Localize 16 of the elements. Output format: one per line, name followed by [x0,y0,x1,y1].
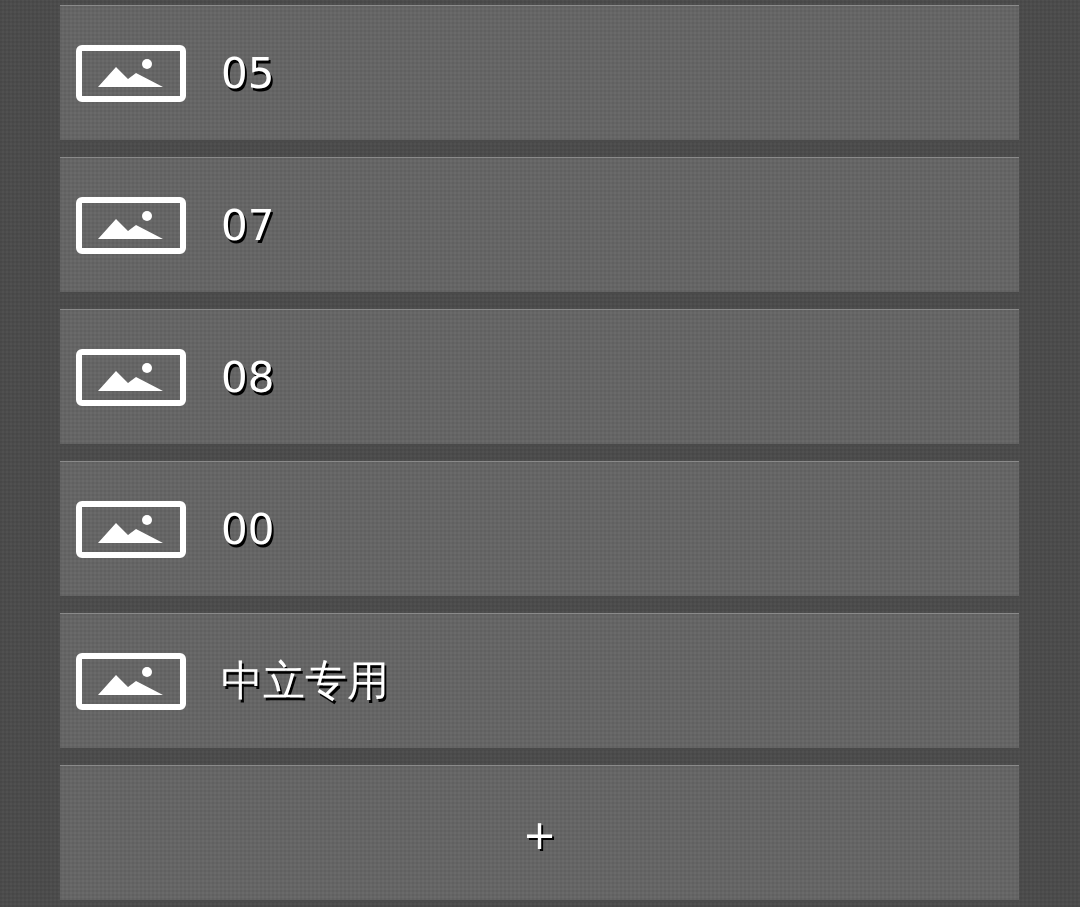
item-label: 08 [221,352,275,402]
list-item[interactable]: 05 [60,5,1019,142]
image-icon [76,44,186,102]
item-label: 07 [221,200,275,250]
image-icon [76,196,186,254]
list-item[interactable]: 08 [60,309,1019,446]
add-button[interactable]: + [60,765,1019,902]
list-item[interactable]: 00 [60,461,1019,598]
item-label: 中立专用 [221,655,389,707]
list-item[interactable]: 07 [60,157,1019,294]
item-label: 00 [221,504,275,554]
image-icon [76,348,186,406]
image-icon [76,652,186,710]
item-label: 05 [221,48,275,98]
image-icon [76,500,186,558]
list-item[interactable]: 中立专用 [60,613,1019,750]
